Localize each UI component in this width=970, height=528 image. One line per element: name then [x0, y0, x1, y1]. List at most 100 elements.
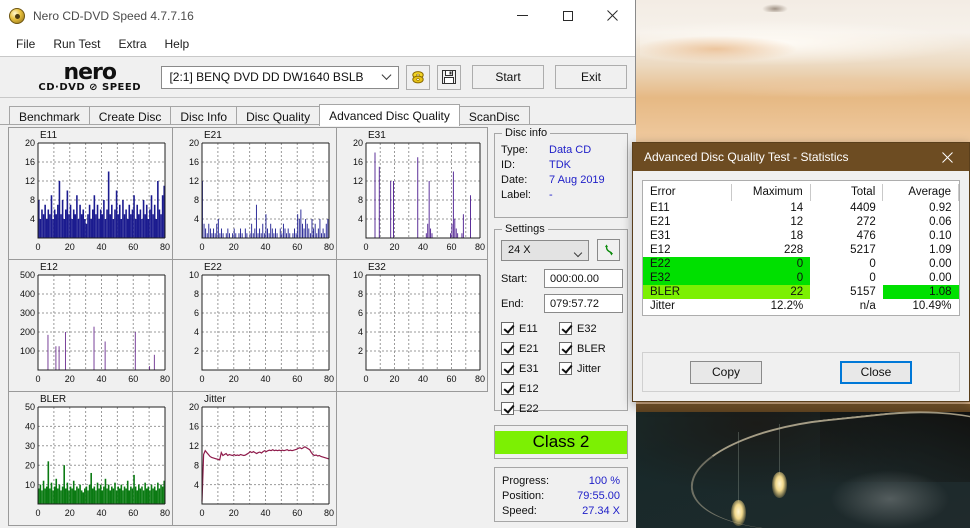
disc-info-key: Label:	[501, 189, 531, 201]
column-header-error: Error	[643, 184, 732, 201]
cell-average: 1.09	[929, 244, 952, 256]
svg-text:16: 16	[25, 157, 35, 167]
tab-disc-info[interactable]: Disc Info	[170, 106, 238, 126]
svg-text:8: 8	[194, 289, 199, 299]
copy-button[interactable]: Copy	[690, 360, 762, 384]
svg-text:E12: E12	[40, 262, 58, 273]
cell-total: 5217	[850, 244, 876, 256]
svg-text:20: 20	[65, 508, 75, 518]
checkbox-e22[interactable]: E22	[501, 402, 559, 415]
cell-total: 272	[856, 216, 876, 228]
disc-eject-icon	[412, 71, 424, 84]
tab-disc-quality[interactable]: Disc Quality	[236, 106, 321, 126]
menu-run-test[interactable]: Run Test	[45, 34, 108, 54]
maximize-button[interactable]	[545, 0, 590, 31]
class-box: Class 2	[494, 425, 628, 459]
svg-text:12: 12	[189, 441, 199, 451]
checkbox-icon	[559, 322, 572, 335]
status-key: Position:	[502, 490, 545, 502]
svg-text:20: 20	[389, 242, 399, 252]
cell-maximum: 0	[731, 271, 811, 285]
svg-text:80: 80	[324, 508, 334, 518]
cell-maximum: 12.2%	[770, 300, 804, 312]
refresh-button[interactable]	[597, 239, 620, 261]
status-row: Speed: 27.34 X	[502, 504, 620, 519]
nero-logo-subtitle: CD·DVD ⊘ SPEED	[38, 81, 142, 93]
svg-text:60: 60	[292, 508, 302, 518]
start-label: Start:	[501, 272, 528, 285]
svg-text:BLER: BLER	[40, 394, 66, 405]
tab-benchmark[interactable]: Benchmark	[9, 106, 90, 126]
speed-select[interactable]: 24 X	[501, 239, 589, 261]
disc-info-key: Type:	[501, 144, 528, 156]
svg-text:60: 60	[292, 374, 302, 384]
start-button[interactable]: Start	[472, 65, 544, 89]
menu-help[interactable]: Help	[157, 34, 198, 54]
checkbox-label: E12	[519, 382, 539, 395]
disc-info-row: Date: 7 Aug 2019	[501, 173, 627, 188]
cell-error: E21	[650, 216, 671, 228]
svg-text:8: 8	[194, 460, 199, 470]
svg-text:0: 0	[35, 242, 40, 252]
close-button[interactable]	[590, 0, 635, 31]
exit-button[interactable]: Exit	[555, 65, 627, 89]
cell-maximum: 22	[731, 285, 811, 299]
svg-text:200: 200	[20, 327, 35, 337]
checkbox-e31[interactable]: E31	[501, 362, 559, 375]
cell-error: E12	[650, 244, 671, 256]
checkbox-icon	[559, 342, 572, 355]
svg-text:40: 40	[96, 242, 106, 252]
svg-text:0: 0	[199, 242, 204, 252]
close-button[interactable]: Close	[840, 360, 912, 384]
checkbox-e12[interactable]: E12	[501, 382, 559, 395]
checkbox-e32[interactable]: E32	[559, 322, 606, 335]
table-row: E12 228 5217 1.09	[643, 243, 959, 257]
end-input[interactable]: 079:57.72	[544, 294, 623, 313]
svg-text:80: 80	[324, 242, 334, 252]
tab-advanced-disc-quality[interactable]: Advanced Disc Quality	[319, 104, 460, 126]
checkbox-label: E31	[519, 362, 539, 375]
table-header-row: Error Maximum Total Average	[643, 184, 959, 201]
svg-text:10: 10	[353, 270, 363, 280]
svg-text:40: 40	[96, 508, 106, 518]
statistics-dialog-title: Advanced Disc Quality Test - Statistics	[644, 150, 849, 164]
menu-extra[interactable]: Extra	[110, 34, 154, 54]
column-header-total: Total	[810, 184, 884, 201]
svg-text:4: 4	[194, 480, 199, 490]
save-button[interactable]	[437, 64, 461, 90]
checkbox-label: Jitter	[577, 362, 601, 375]
checkbox-jitter[interactable]: Jitter	[559, 362, 606, 375]
chart-jitter: Jitter 4 8 12 16 20 0 20 40 60 80	[189, 394, 334, 518]
tab-content-advanced-disc-quality: E11 4 8 12 16 20 0 20 40 60 80 E21 4 8 12 16 20 0 20 40 60 80…	[0, 124, 636, 528]
svg-text:16: 16	[189, 157, 199, 167]
status-group: Progress: 100 % Position: 79:55.00 Speed…	[494, 467, 628, 522]
disc-info-value: -	[549, 189, 553, 201]
checkbox-e11[interactable]: E11	[501, 322, 559, 335]
cell-maximum: 18	[790, 230, 804, 242]
minimize-button[interactable]	[500, 0, 545, 31]
statistics-dialog-close-button[interactable]	[926, 143, 969, 171]
svg-text:16: 16	[353, 157, 363, 167]
svg-text:80: 80	[475, 374, 485, 384]
checkbox-e21[interactable]: E21	[501, 342, 559, 355]
table-row: E11 14 4409 0.92	[643, 201, 959, 215]
table-row: E21 12 272 0.06	[643, 215, 959, 229]
table-row: E31 18 476 0.10	[643, 229, 959, 243]
start-input[interactable]: 000:00.00	[544, 269, 623, 288]
floppy-save-icon	[442, 70, 457, 84]
tab-scandisc[interactable]: ScanDisc	[458, 106, 530, 126]
svg-text:500: 500	[20, 270, 35, 280]
disc-info-value: TDK	[549, 159, 571, 171]
tab-bar: Benchmark Create Disc Disc Info Disc Qua…	[0, 104, 635, 126]
svg-text:40: 40	[260, 508, 270, 518]
status-key: Speed:	[502, 505, 537, 517]
svg-text:40: 40	[96, 374, 106, 384]
checkbox-bler[interactable]: BLER	[559, 342, 606, 355]
menu-file[interactable]: File	[8, 34, 43, 54]
drive-select[interactable]: [2:1] BENQ DVD DD DW1640 BSLB	[161, 65, 400, 89]
disc-info-row: Type: Data CD	[501, 143, 627, 158]
drive-select-value: [2:1] BENQ DVD DD DW1640 BSLB	[169, 70, 364, 84]
checkbox-label: E32	[577, 322, 597, 335]
tab-create-disc[interactable]: Create Disc	[88, 106, 172, 126]
eject-disc-button[interactable]	[406, 64, 431, 90]
